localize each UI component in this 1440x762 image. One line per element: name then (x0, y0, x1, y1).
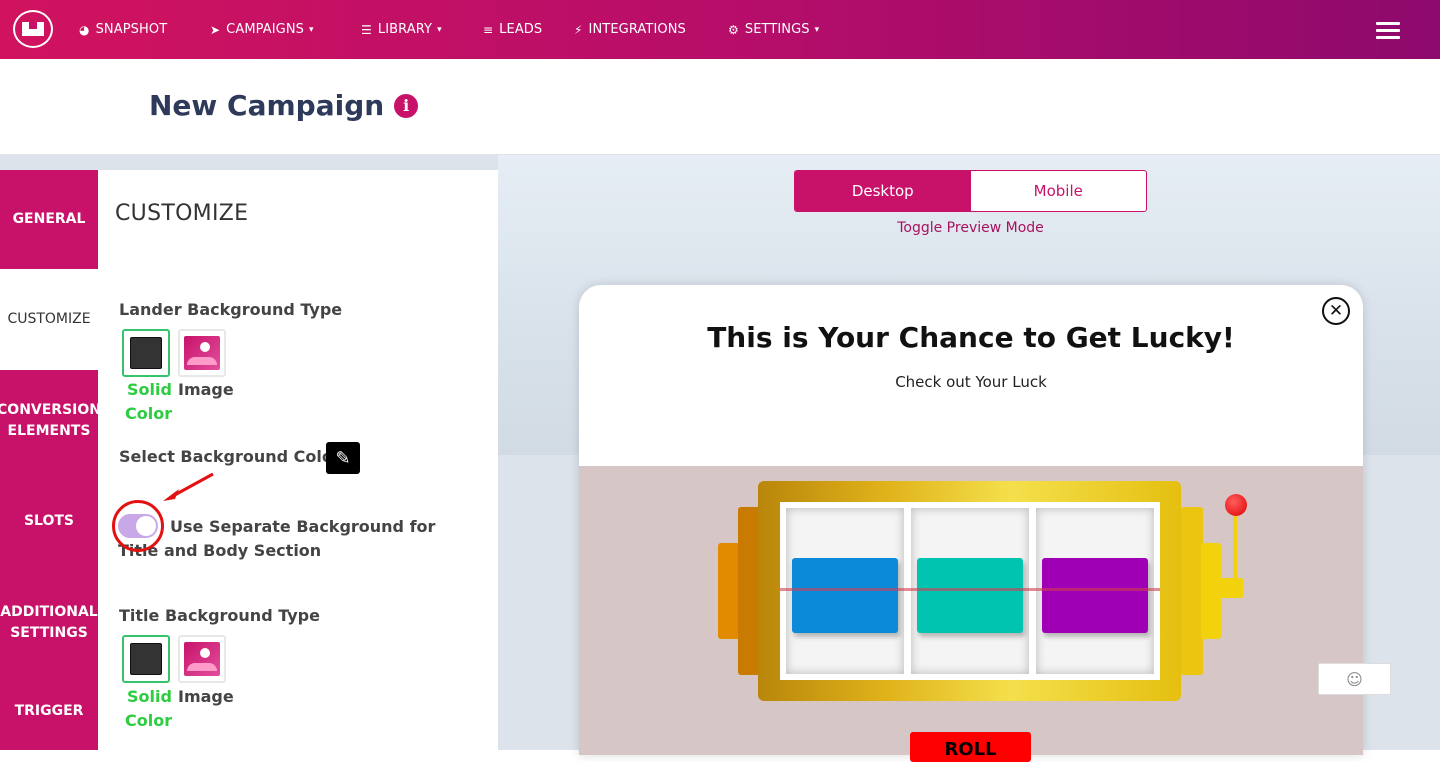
paint-brush-icon[interactable]: ✎ (326, 442, 360, 474)
roll-button[interactable]: ROLL (910, 732, 1031, 762)
tab-customize[interactable]: CUSTOMIZE (0, 269, 98, 370)
tab-conversion-elements[interactable]: CONVERSION ELEMENTS (0, 370, 101, 471)
nav-leads-label: LEADS (499, 22, 543, 37)
hamburger-menu-icon[interactable] (1376, 22, 1400, 40)
solid-color-option[interactable] (122, 329, 170, 377)
solid-color-label-line2: Color (125, 404, 173, 423)
page-title: New Campaign i (149, 89, 419, 122)
emoji-picker-button[interactable]: ☺ (1318, 663, 1391, 695)
select-background-color-label: Select Background Color (119, 447, 341, 466)
title-solid-color-label-line1: Solid (127, 687, 172, 706)
title-solid-color-option[interactable] (122, 635, 170, 683)
reel-symbol-2 (917, 558, 1023, 633)
tab-additional-settings[interactable]: ADDITIONAL SETTINGS (0, 572, 98, 673)
customize-panel: CUSTOMIZE Lander Background Type Solid C… (98, 170, 498, 750)
mobile-button[interactable]: Mobile (971, 171, 1147, 211)
annotation-circle (112, 500, 164, 552)
chevron-down-icon: ▾ (309, 24, 314, 35)
popup-subtitle: Check out Your Luck (895, 373, 1047, 391)
gears-icon: ⚙ (728, 22, 739, 37)
nav-snapshot-label: SNAPSHOT (95, 22, 168, 37)
slot-side-left-outer (718, 543, 740, 639)
list-icon: ≡ (483, 22, 494, 37)
dashboard-icon: ◕ (79, 22, 90, 37)
chevron-down-icon: ▾ (814, 24, 820, 35)
lever-base (1221, 578, 1243, 598)
preview-mode-toggle: Desktop Mobile (794, 170, 1147, 212)
slot-side-right-outer (1201, 543, 1221, 639)
tab-slots[interactable]: SLOTS (0, 471, 98, 572)
slot-reels (780, 502, 1160, 680)
logo-icon[interactable] (13, 10, 53, 48)
payline (780, 588, 1160, 591)
nav-leads[interactable]: ≡ LEADS (483, 0, 542, 59)
top-navbar: ◕ SNAPSHOT ➤ CAMPAIGNS ▾ ☰ LIBRARY ▾ ≡ L… (0, 0, 1440, 59)
separate-background-label: Use Separate Background for Title and Bo… (118, 517, 436, 560)
nav-library-label: LIBRARY (377, 22, 433, 37)
nav-campaigns[interactable]: ➤ CAMPAIGNS ▾ (210, 0, 314, 59)
plug-icon: ⚡ (574, 22, 583, 37)
info-icon[interactable]: i (394, 93, 419, 118)
title-solid-color-label-line2: Color (125, 711, 173, 730)
page-title-text: New Campaign (149, 89, 385, 122)
list-icon: ☰ (361, 22, 372, 37)
smiley-icon: ☺ (1346, 669, 1363, 689)
popup-title: This is Your Chance to Get Lucky! (707, 321, 1235, 354)
panel-title: CUSTOMIZE (115, 201, 249, 226)
tab-general[interactable]: GENERAL (0, 170, 98, 269)
nav-settings[interactable]: ⚙ SETTINGS ▾ (728, 0, 819, 59)
nav-settings-label: SETTINGS (744, 22, 810, 37)
desktop-button[interactable]: Desktop (795, 171, 971, 211)
slot-machine (718, 481, 1243, 711)
image-icon (184, 336, 220, 370)
preview-mode-caption: Toggle Preview Mode (897, 220, 1044, 236)
page-header: New Campaign i (0, 59, 1440, 155)
slot-side-right-inner (1181, 507, 1203, 675)
nav-integrations[interactable]: ⚡ INTEGRATIONS (574, 0, 686, 59)
nav-library[interactable]: ☰ LIBRARY ▾ (361, 0, 442, 59)
title-background-type-label: Title Background Type (119, 606, 320, 625)
image-label: Image (178, 380, 234, 399)
lander-background-type-label: Lander Background Type (119, 300, 343, 319)
title-image-label: Image (178, 687, 234, 706)
paper-plane-icon: ➤ (210, 22, 221, 37)
reel-symbol-3 (1042, 558, 1148, 633)
settings-tabs: GENERAL CUSTOMIZE CONVERSION ELEMENTS SL… (0, 170, 101, 750)
title-image-option[interactable] (178, 635, 226, 683)
tab-trigger[interactable]: TRIGGER (0, 673, 98, 750)
nav-integrations-label: INTEGRATIONS (588, 22, 686, 37)
solid-color-label-line1: Solid (127, 380, 172, 399)
lever-knob[interactable] (1225, 494, 1247, 516)
image-option[interactable] (178, 329, 226, 377)
reel-1 (786, 508, 904, 674)
close-icon[interactable]: ✕ (1322, 297, 1350, 325)
reel-2 (911, 508, 1029, 674)
reel-symbol-1 (792, 558, 898, 633)
image-icon (184, 642, 220, 676)
nav-snapshot[interactable]: ◕ SNAPSHOT (79, 0, 167, 59)
annotation-arrow-icon (163, 472, 214, 501)
chevron-down-icon: ▾ (437, 24, 442, 35)
nav-campaigns-label: CAMPAIGNS (226, 22, 305, 37)
reel-3 (1036, 508, 1154, 674)
